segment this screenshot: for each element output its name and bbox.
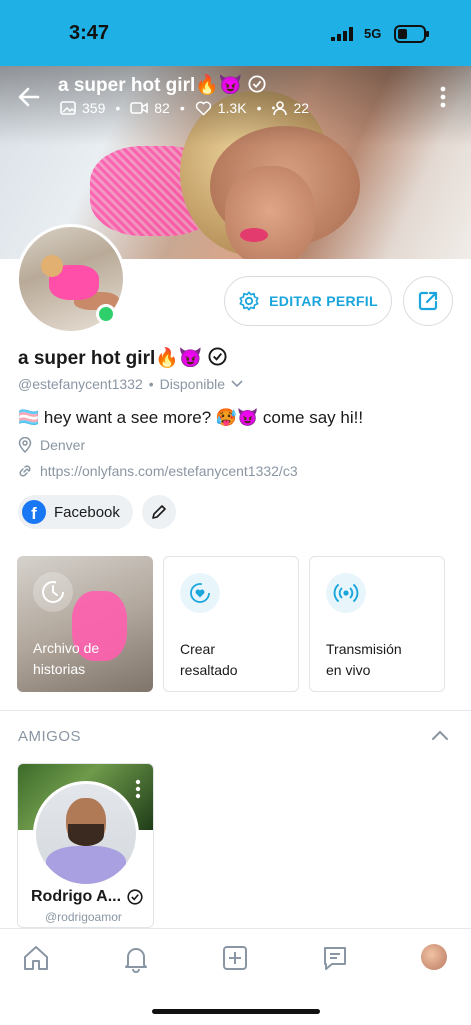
fans-count: 22 [293,100,310,116]
story-archive-label: Archivo de historias [33,640,100,677]
back-arrow-icon[interactable] [16,84,42,110]
fans-icon [272,101,288,116]
home-icon[interactable] [21,943,51,973]
separator-dot: • [148,376,154,392]
videos-count: 82 [154,100,170,116]
friends-heading: AMIGOS [18,728,82,745]
cover-title-text: a super hot girl🔥😈 [58,75,243,96]
chevron-up-icon[interactable] [430,728,450,742]
bell-icon[interactable] [121,943,151,973]
edit-social-button[interactable] [142,495,176,529]
profile-handle: @estefanycent1332 [18,376,143,392]
status-bar: 3:47 5G [0,0,471,66]
facebook-chip[interactable]: f Facebook [18,495,133,529]
cover-title: a super hot girl🔥😈 [58,73,266,97]
home-indicator [152,1009,320,1014]
friend-name: Rodrigo A... [31,888,143,906]
profile-name: a super hot girl🔥😈 [18,346,227,370]
kebab-icon[interactable] [135,779,141,799]
live-stream-label: Transmisión en vivo [326,641,402,678]
verified-icon [127,889,143,905]
handle-row: @estefanycent1332 • Disponible [18,376,243,392]
profile-name-text: a super hot girl🔥😈 [18,348,203,369]
create-highlight-label: Crear resaltado [180,641,238,678]
share-button[interactable] [403,276,453,326]
video-icon [130,102,149,114]
edit-profile-button[interactable]: EDITAR PERFIL [224,276,392,326]
friend-name-text: Rodrigo A... [31,888,122,905]
signal-icon [331,27,353,41]
facebook-label: Facebook [54,503,120,521]
network-label: 5G [364,26,382,41]
website-row[interactable]: https://onlyfans.com/estefanycent1332/c3 [18,463,298,479]
highlight-heart-icon [180,573,220,613]
plus-square-icon[interactable] [220,943,250,973]
kebab-icon[interactable] [440,86,446,108]
pencil-icon [152,505,166,519]
edit-profile-label: EDITAR PERFIL [269,293,378,309]
verified-icon [248,75,266,93]
facebook-icon: f [22,500,46,524]
live-icon [326,573,366,613]
likes-count: 1.3K [217,100,247,116]
create-highlight-card[interactable]: Crear resaltado [163,556,299,692]
history-icon [33,572,73,612]
story-archive-card[interactable]: Archivo de historias [17,556,153,692]
friend-card[interactable]: Rodrigo A... @rodrigoamor [17,763,154,928]
profile-tab-avatar[interactable] [421,944,447,970]
photos-count: 359 [82,100,106,116]
online-indicator [96,304,116,324]
status-time: 3:47 [69,22,110,44]
gear-icon [239,291,259,311]
location-text: Denver [40,437,86,453]
availability-dropdown[interactable]: Disponible [160,376,225,392]
location-icon [18,437,32,453]
friend-handle: @rodrigoamor [45,910,122,924]
location-row: Denver [18,437,85,453]
friend-avatar[interactable] [33,781,139,887]
chevron-down-icon[interactable] [231,380,243,388]
link-icon [19,465,31,477]
photo-icon [60,101,76,115]
heart-icon [195,101,211,115]
message-icon[interactable] [320,943,350,973]
live-stream-card[interactable]: Transmisión en vivo [309,556,445,692]
battery-icon [394,25,429,43]
profile-bio: 🏳️‍⚧️ hey want a see more? 🥵😈 come say h… [18,408,364,427]
verified-icon [208,347,227,366]
cover-stats: 359 • 82 • 1.3K • 22 [60,100,309,116]
divider [0,710,471,711]
share-icon [418,291,438,311]
website-link[interactable]: https://onlyfans.com/estefanycent1332/c3 [40,463,298,479]
